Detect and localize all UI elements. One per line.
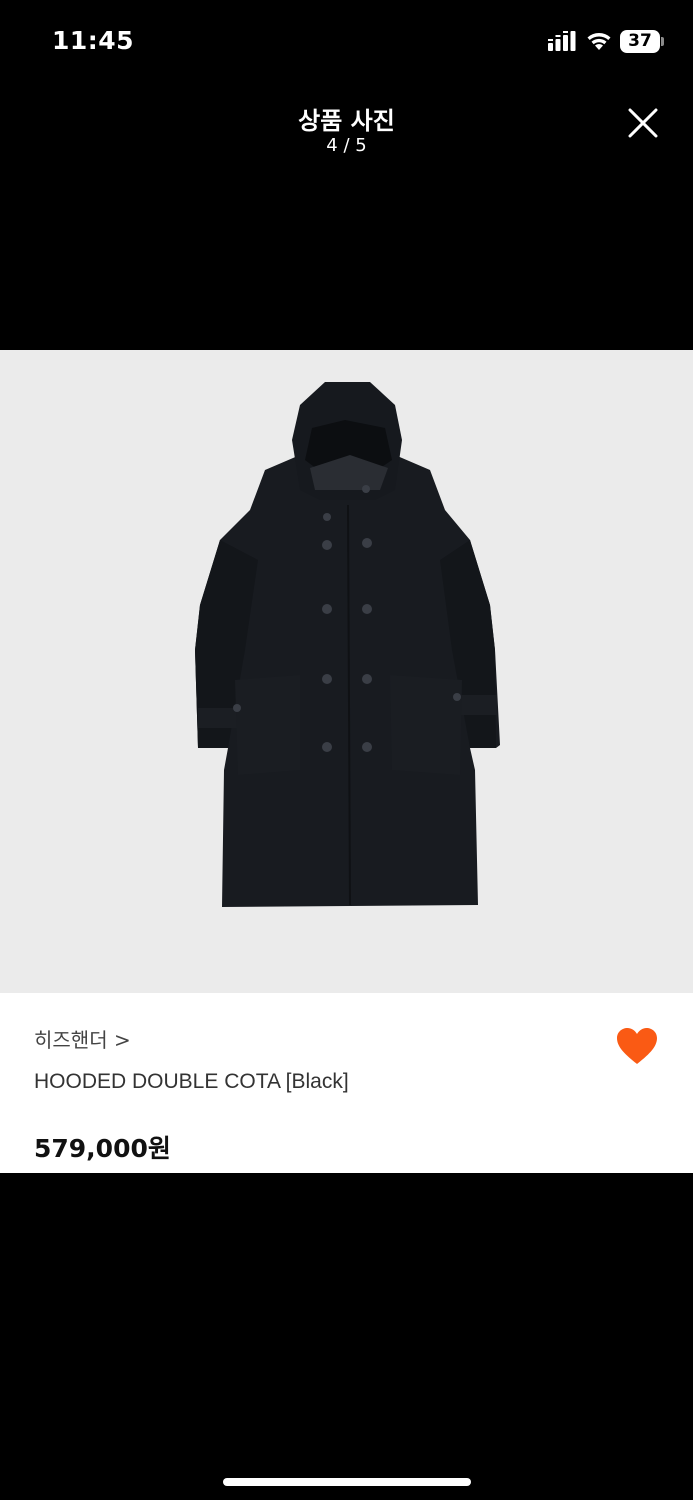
page-title: 상품 사진 xyxy=(298,107,395,135)
coat-image xyxy=(195,382,500,907)
product-photo[interactable] xyxy=(0,350,693,993)
battery-icon: 37 xyxy=(620,30,664,53)
battery-level: 37 xyxy=(628,31,652,51)
status-bar: 11:45 37 xyxy=(0,0,693,84)
product-info-card: 히즈핸더 > HOODED DOUBLE COTA [Black] 579,00… xyxy=(0,993,693,1173)
brand-link[interactable]: 히즈핸더 > xyxy=(34,1024,131,1053)
cellular-signal-icon xyxy=(548,31,576,51)
status-time: 11:45 xyxy=(52,26,135,55)
wifi-icon xyxy=(587,33,611,50)
product-price: 579,000원 xyxy=(34,1134,171,1163)
product-name: HOODED DOUBLE COTA [Black] xyxy=(34,1070,349,1093)
home-indicator[interactable] xyxy=(223,1478,471,1486)
close-icon[interactable] xyxy=(622,102,664,144)
heart-icon[interactable] xyxy=(615,1026,659,1066)
photo-counter: 4 / 5 xyxy=(326,135,367,156)
